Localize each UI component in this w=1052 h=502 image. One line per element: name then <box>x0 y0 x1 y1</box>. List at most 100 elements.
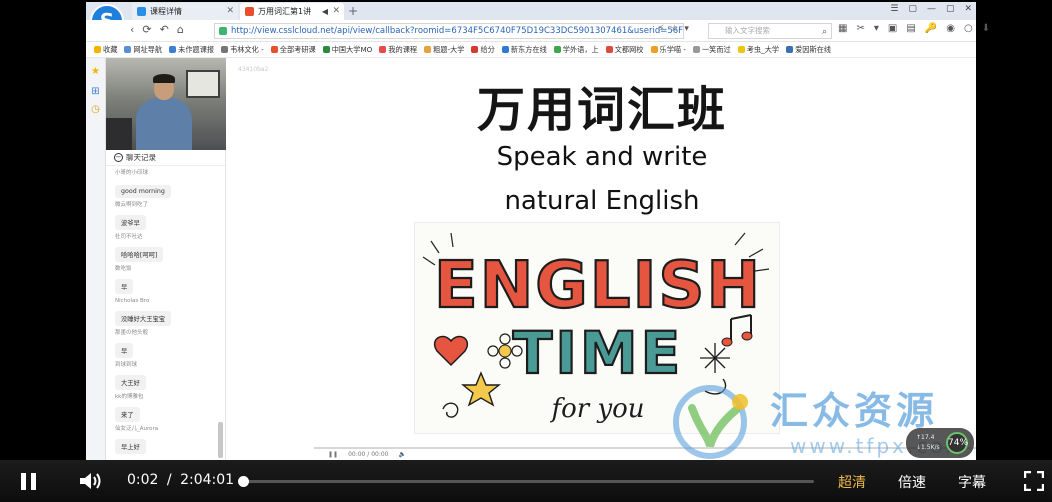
bookmark-item[interactable]: 一笑而过 <box>692 44 731 55</box>
seek-bar[interactable] <box>238 476 814 487</box>
menu-icon[interactable]: ☰ <box>890 4 898 14</box>
bookmark-label: 一笑而过 <box>701 44 731 54</box>
chat-username: 数吃饭 <box>115 266 132 272</box>
bookmark-item[interactable]: 中国大学MO <box>322 44 373 55</box>
bookmark-item[interactable]: 乐学喵 - <box>650 45 686 55</box>
pause-button[interactable] <box>21 473 37 490</box>
apps-icon[interactable]: ⊞ <box>90 86 101 97</box>
bookmark-favicon-icon <box>650 46 658 53</box>
bookmark-item[interactable]: 文都网校 <box>605 45 644 55</box>
chat-header[interactable]: − 聊天记录 <box>106 150 225 166</box>
close-tab-icon[interactable]: ✕ <box>226 3 234 20</box>
inner-volume-icon[interactable]: 🔈 <box>398 451 405 458</box>
circle-icon[interactable]: ○ <box>964 23 973 34</box>
playback-time: 0:02 / 2:04:01 <box>127 472 234 488</box>
bookmark-favicon-icon <box>322 46 330 53</box>
dropdown-icon[interactable]: ▾ <box>874 23 879 34</box>
teacher-hair <box>153 74 175 83</box>
bookmark-favicon-icon <box>737 46 745 53</box>
teacher-video[interactable] <box>106 58 226 150</box>
chat-scrollbar[interactable] <box>218 422 223 458</box>
download-speed: ↓1.5K/s <box>916 444 940 451</box>
tab-course-details[interactable]: 课程详情 ✕ <box>132 3 238 20</box>
grid-icon[interactable]: ▦ <box>838 23 847 34</box>
lightning-icon[interactable]: ⚡ <box>658 24 664 34</box>
fullscreen-icon[interactable] <box>1024 471 1044 491</box>
refresh-icon[interactable]: ⟳ <box>142 23 151 36</box>
search-input[interactable]: 输入文字搜索 ⌕ <box>708 23 832 39</box>
subtitles-button[interactable]: 字幕 <box>958 472 986 492</box>
chat-message: kk的博雅包 来了 <box>106 390 225 422</box>
bookmark-item[interactable]: 韦林文化 - <box>221 45 264 55</box>
bookmark-item[interactable]: 我的课程 <box>379 45 417 55</box>
bookmark-label: 全部考研课 <box>279 44 316 54</box>
bookmark-favicon-icon <box>379 46 387 53</box>
bookmark-item[interactable]: 学外语，上 <box>553 44 599 55</box>
bookmark-item[interactable]: 收藏 <box>94 45 117 55</box>
chat-username: 那墨の他头般 <box>115 330 149 336</box>
search-icon[interactable]: ⌕ <box>822 25 827 39</box>
watermark-text: 汇众资源 <box>770 389 939 433</box>
bookmark-label: 网址导航 <box>133 44 163 54</box>
slide-subtitle-1: Speak and write <box>496 142 708 172</box>
window-controls: ☰ ▢ — ▢ ✕ <box>890 4 972 14</box>
bookmark-item[interactable]: 粗题-大学 <box>424 45 464 55</box>
tab-lesson-video[interactable]: 万用词汇第1讲 ◀ ✕ <box>240 3 344 20</box>
playback-speed-button[interactable]: 倍速 <box>898 472 926 492</box>
bookmark-label: 中国大学MO <box>331 44 373 54</box>
scissors-icon[interactable]: ✂ <box>856 23 864 34</box>
bookmark-item[interactable]: 未作题课报 <box>169 45 214 55</box>
home-icon[interactable]: ⌂ <box>177 23 184 36</box>
bookmark-item[interactable]: 爱因斯在线 <box>786 45 831 55</box>
bookmark-label: 学外语，上 <box>562 44 599 54</box>
close-tab-icon[interactable]: ✕ <box>332 3 340 20</box>
bookmark-label: 考虫_大学 <box>746 44 780 54</box>
skin-icon[interactable]: ▢ <box>908 4 917 14</box>
heart-icon <box>433 335 469 367</box>
new-tab-button[interactable]: + <box>348 2 358 20</box>
chat-message: 那墨の他头般早 <box>106 326 225 358</box>
back-icon[interactable]: ‹ <box>130 23 134 36</box>
bookmark-item[interactable]: 网址导航 <box>124 45 162 55</box>
maximize-icon[interactable]: ▢ <box>946 4 955 14</box>
volume-icon[interactable] <box>78 471 102 491</box>
bookmark-label: 收藏 <box>103 44 118 54</box>
panel-icon[interactable]: ▤ <box>906 23 915 34</box>
network-speed-badge[interactable]: ↑17.4 ↓1.5K/s 74% <box>906 428 974 458</box>
chat-username: 社司不吐达 <box>115 234 143 240</box>
speaker-icon[interactable]: ◀ <box>322 3 328 20</box>
total-duration: 2:04:01 <box>180 472 235 488</box>
seek-handle[interactable] <box>238 476 249 487</box>
star-icon[interactable]: ☆ <box>670 24 678 34</box>
minimize-icon[interactable]: — <box>927 4 936 14</box>
bookmark-item[interactable]: 新东方在线 <box>501 45 547 55</box>
history-icon[interactable]: ◷ <box>90 104 101 115</box>
bookmark-item[interactable]: 全部考研课 <box>270 44 316 55</box>
screen-icon[interactable]: ▣ <box>888 23 897 34</box>
bookmark-label: 韦林文化 - <box>230 44 264 54</box>
url-field[interactable]: http://view.csslcloud.net/api/view/callb… <box>214 23 684 39</box>
bookmark-favicon-icon <box>169 46 177 53</box>
quality-button[interactable]: 超清 <box>838 472 866 492</box>
bookmark-item[interactable]: 考虫_大学 <box>737 44 780 55</box>
download-icon[interactable]: ⬇ <box>982 23 990 34</box>
undo-icon[interactable]: ↶ <box>160 23 169 36</box>
chat-username: Nicholas Bro <box>115 298 150 304</box>
url-actions: ⚡ ☆ ▾ <box>658 24 689 34</box>
note-head <box>721 337 733 347</box>
inner-pause-icon[interactable]: ❚❚ <box>328 451 338 458</box>
bookmark-item[interactable]: 给分 <box>471 45 495 55</box>
collapse-icon[interactable]: − <box>114 153 123 162</box>
extension-icon[interactable]: ◉ <box>946 23 955 34</box>
dropdown-icon[interactable]: ▾ <box>684 24 689 34</box>
chat-message: 数吃饭早 <box>106 262 225 294</box>
chat-bubble: 哈哈哈[呵呵] <box>115 247 164 262</box>
favorites-icon[interactable]: ★ <box>90 66 101 77</box>
close-window-icon[interactable]: ✕ <box>964 4 972 14</box>
key-icon[interactable]: 🔑 <box>925 23 937 34</box>
bookmark-favicon-icon <box>605 46 613 53</box>
chat-bubble: 波爷早 <box>115 215 146 230</box>
chat-username: 仙女泛儿_Aurora <box>115 426 159 432</box>
url-text: http://view.csslcloud.net/api/view/callb… <box>231 26 684 36</box>
search-placeholder: 输入文字搜索 <box>725 26 770 35</box>
